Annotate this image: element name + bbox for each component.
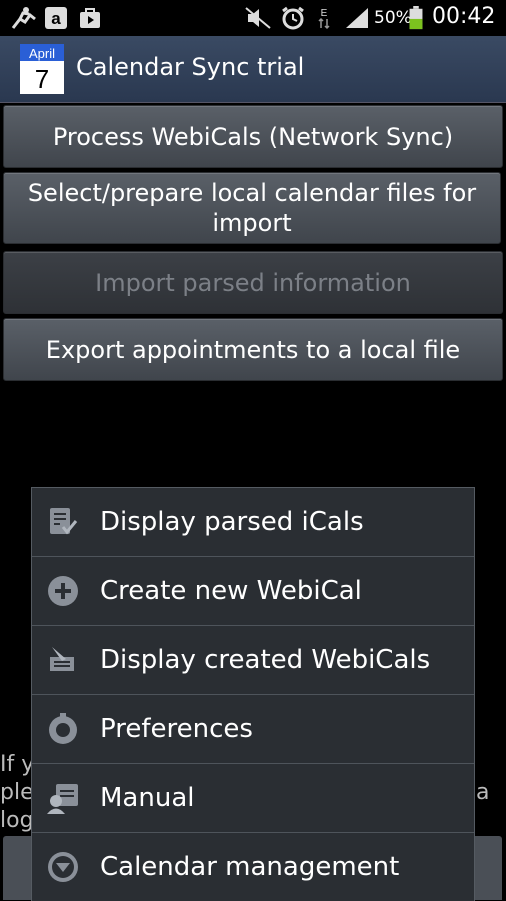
import-parsed-button[interactable]: Import parsed information — [3, 251, 503, 314]
background-text-line2: ple — [0, 780, 34, 805]
signal-icon — [346, 8, 368, 28]
process-webicals-button[interactable]: Process WebiCals (Network Sync) — [3, 105, 503, 168]
battery-icon — [409, 6, 423, 30]
amazon-icon: a — [45, 7, 67, 29]
calendar-day: 7 — [35, 64, 49, 94]
export-appointments-button[interactable]: Export appointments to a local file — [3, 318, 503, 381]
battery-percent: 50% — [374, 8, 412, 28]
running-icon — [11, 7, 36, 29]
menu-item-preferences[interactable]: Preferences — [32, 695, 474, 764]
data-arrows-icon: E — [318, 8, 330, 30]
checklist-icon — [50, 508, 78, 535]
store-bag-icon — [80, 8, 100, 28]
app-title: Calendar Sync trial — [76, 53, 305, 81]
status-bar: a E 50% 00:42 — [0, 0, 506, 36]
manual-icon — [47, 784, 78, 814]
menu-label: Display parsed iCals — [100, 507, 364, 537]
menu-item-create-new-webical[interactable]: Create new WebiCal — [32, 557, 474, 626]
settings-icon — [49, 713, 77, 744]
background-text-line2-right: a — [476, 780, 490, 805]
options-menu: Display parsed iCals Create new WebiCal … — [31, 487, 475, 901]
clock: 00:42 — [432, 4, 496, 29]
background-button-right-edge — [474, 836, 502, 900]
menu-label: Calendar management — [100, 852, 400, 882]
import-parsed-label: Import parsed information — [95, 268, 411, 297]
menu-label: Display created WebiCals — [100, 645, 431, 675]
export-appointments-label: Export appointments to a local file — [45, 335, 461, 364]
alarm-icon — [282, 6, 304, 30]
menu-label: Manual — [100, 783, 195, 813]
menu-label: Create new WebiCal — [100, 576, 362, 606]
menu-item-display-created-webicals[interactable]: Display created WebiCals — [32, 626, 474, 695]
process-webicals-label: Process WebiCals (Network Sync) — [52, 122, 454, 151]
edit-list-icon — [50, 647, 74, 671]
mute-icon — [245, 7, 271, 29]
menu-item-display-parsed-icals[interactable]: Display parsed iCals — [32, 488, 474, 557]
calendar-month: April — [29, 46, 55, 61]
background-text-line1: If y — [0, 752, 35, 777]
action-bar: April 7 Calendar Sync trial — [0, 36, 506, 103]
menu-item-calendar-management[interactable]: Calendar management — [32, 833, 474, 901]
add-icon — [48, 576, 78, 606]
menu-label: Preferences — [100, 714, 253, 744]
background-button-left-edge — [3, 836, 33, 900]
menu-item-manual[interactable]: Manual — [32, 764, 474, 833]
background-text-line3: log — [0, 808, 34, 833]
svg-text:a: a — [51, 9, 61, 28]
calendar-app-icon: April 7 — [20, 44, 64, 94]
svg-text:E: E — [321, 8, 328, 19]
select-prepare-button[interactable]: Select/prepare local calendar files for … — [3, 172, 501, 244]
dropdown-circle-icon — [48, 852, 78, 882]
select-prepare-label: Select/prepare local calendar files for … — [27, 179, 477, 237]
